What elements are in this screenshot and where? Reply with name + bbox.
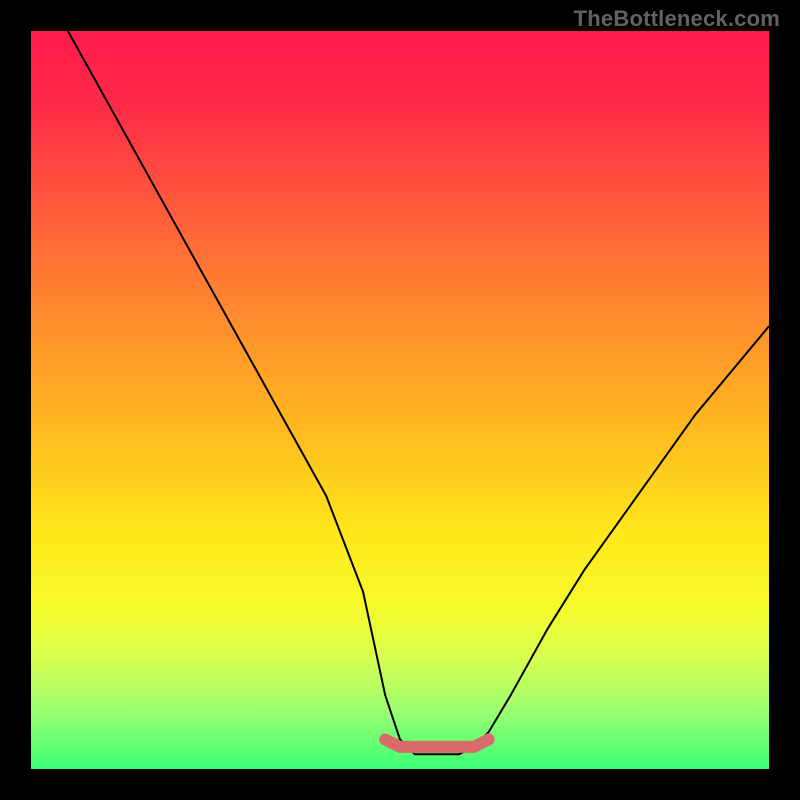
chart-frame: TheBottleneck.com (0, 0, 800, 800)
watermark-text: TheBottleneck.com (574, 6, 780, 32)
bottleneck-curve-line (68, 31, 769, 754)
curve-svg (31, 31, 769, 769)
plot-area (31, 31, 769, 769)
sweet-spot-band-line (385, 740, 488, 747)
